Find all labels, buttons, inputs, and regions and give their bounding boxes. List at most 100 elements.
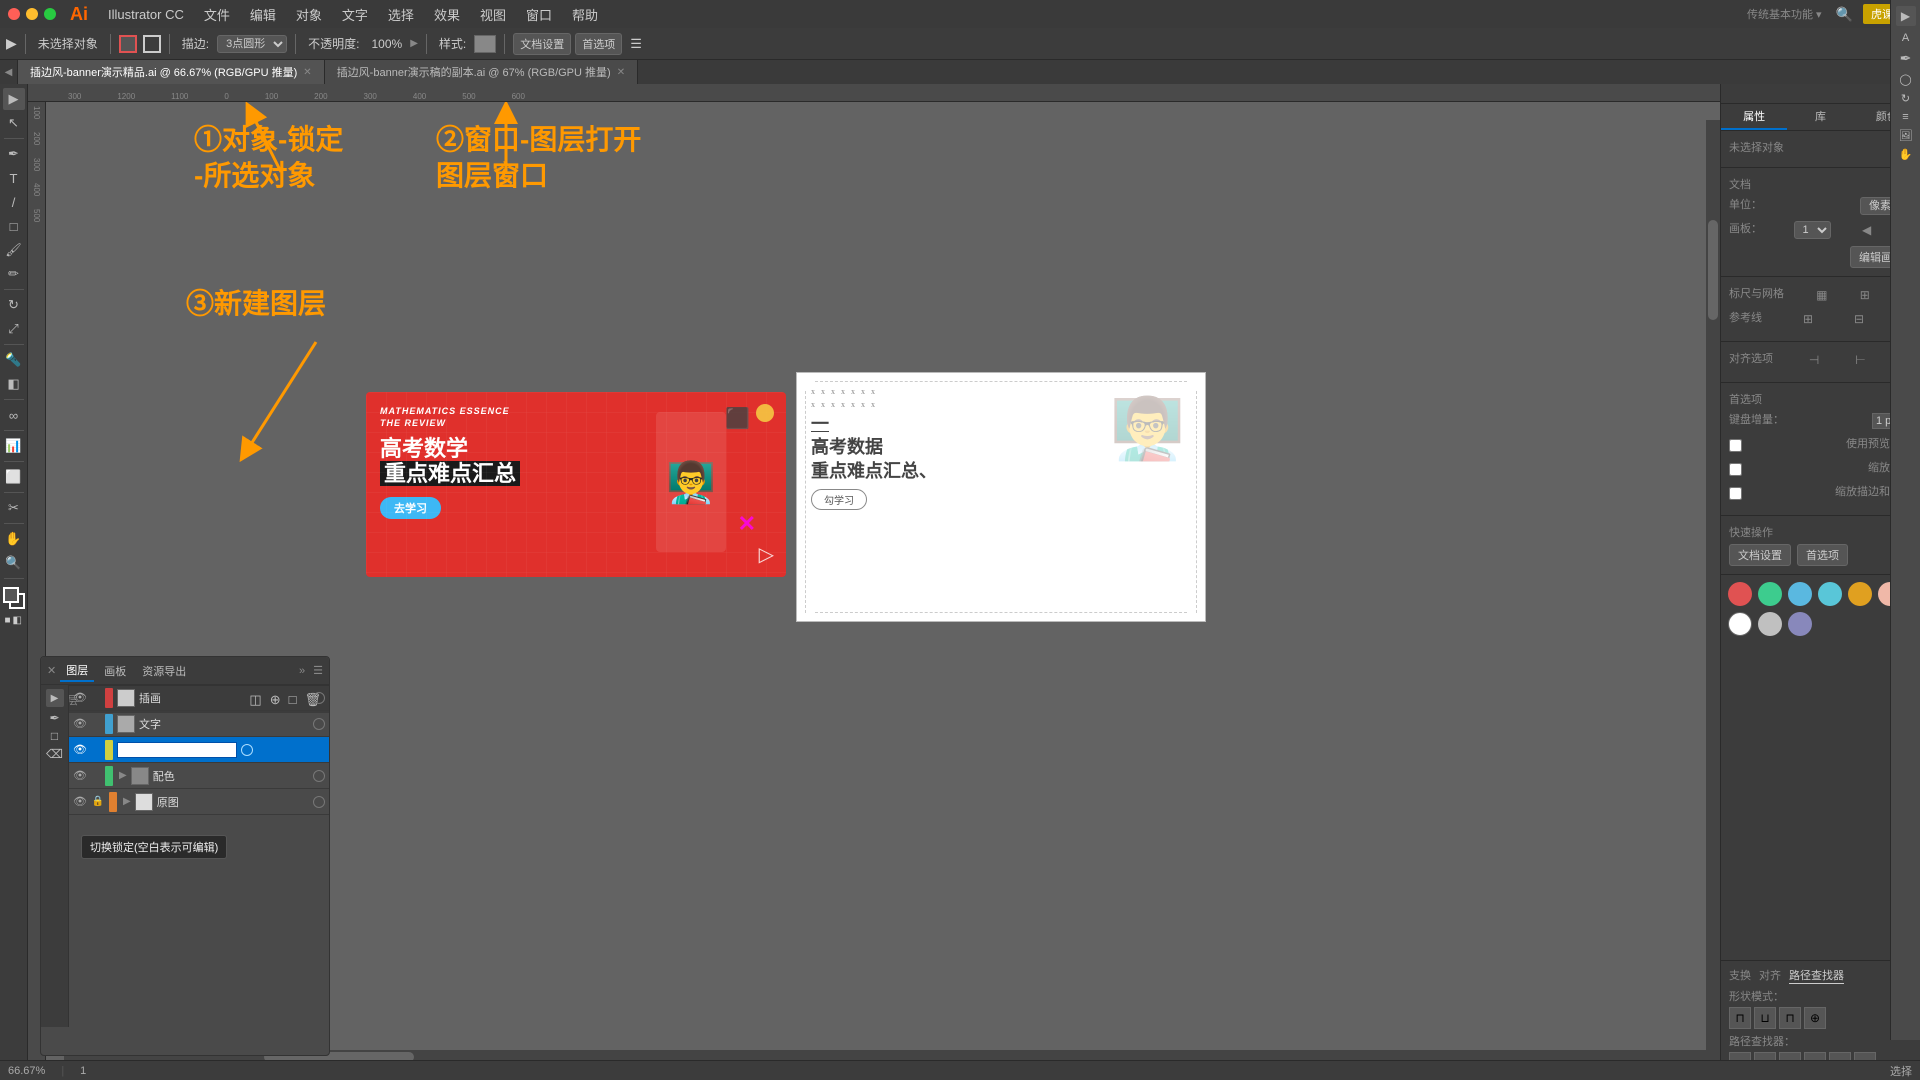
- tool-select[interactable]: ▶: [3, 88, 25, 110]
- layer-1-vis[interactable]: [313, 718, 325, 730]
- swatch-red[interactable]: [1728, 582, 1752, 606]
- tool-direct-select[interactable]: ↖: [3, 112, 25, 134]
- tool-eyedropper[interactable]: 🔦: [3, 349, 25, 371]
- use-preview-bounds-checkbox[interactable]: [1729, 439, 1742, 452]
- tab-2[interactable]: 插边风-banner演示稿的副本.ai @ 67% (RGB/GPU 推量) ✕: [325, 60, 638, 84]
- opacity-chevron[interactable]: ▶: [410, 38, 418, 49]
- menu-window[interactable]: 窗口: [518, 3, 560, 26]
- tab-align[interactable]: 对齐: [1759, 967, 1781, 984]
- menu-effect[interactable]: 效果: [426, 3, 468, 26]
- select-icon[interactable]: ▶: [6, 35, 17, 52]
- menu-help[interactable]: 帮助: [564, 3, 606, 26]
- mac-max-btn[interactable]: [44, 8, 56, 20]
- vscroll-thumb[interactable]: [1708, 220, 1718, 320]
- shape-minus-btn[interactable]: ⊔: [1754, 1007, 1776, 1029]
- tool-scale[interactable]: ⤢: [3, 318, 25, 340]
- doc-settings-btn[interactable]: 文档设置: [513, 33, 571, 55]
- tool-type[interactable]: T: [3, 167, 25, 189]
- vertical-scrollbar[interactable]: [1706, 120, 1720, 1050]
- quick-doc-settings-btn[interactable]: 文档设置: [1729, 544, 1791, 566]
- layer-0-vis[interactable]: [313, 692, 325, 704]
- layer-1-eye[interactable]: 👁: [73, 717, 87, 731]
- tool-rect[interactable]: □: [3, 215, 25, 237]
- layer-0-eye[interactable]: 👁: [73, 691, 87, 705]
- layer-3-expand[interactable]: ▶: [119, 770, 127, 781]
- tool-paintbrush[interactable]: 🖌: [3, 239, 25, 261]
- tool-blend[interactable]: ∞: [3, 404, 25, 426]
- shape-intersect-btn[interactable]: ⊓: [1779, 1007, 1801, 1029]
- menu-illustrator[interactable]: Illustrator CC: [100, 5, 192, 24]
- layer-4-eye[interactable]: 👁: [73, 795, 87, 809]
- scale-corners-checkbox[interactable]: [1729, 463, 1742, 476]
- layers-rect-icon[interactable]: □: [51, 729, 58, 743]
- menu-select[interactable]: 选择: [380, 3, 422, 26]
- layer-3-eye[interactable]: 👁: [73, 769, 87, 783]
- solid-color-icon[interactable]: ■: [5, 615, 11, 629]
- tool-pencil[interactable]: ✏: [3, 263, 25, 285]
- layer-row-0[interactable]: 👁 插画: [69, 685, 329, 711]
- type-tool-icon[interactable]: A: [1902, 32, 1909, 44]
- guides-icon-1[interactable]: ⊞: [1803, 312, 1813, 326]
- shape-unite-btn[interactable]: ⊓: [1729, 1007, 1751, 1029]
- mac-min-btn[interactable]: [26, 8, 38, 20]
- search-icon[interactable]: 🔍: [1836, 6, 1853, 23]
- menu-text[interactable]: 文字: [334, 3, 376, 26]
- align-left-icon[interactable]: ⊣: [1809, 353, 1819, 367]
- tool-artboard[interactable]: ⬜: [3, 466, 25, 488]
- layers-panel-close[interactable]: ✕: [47, 664, 56, 677]
- gradient-icon[interactable]: ◧: [13, 615, 22, 629]
- tool-gradient[interactable]: ◧: [3, 373, 25, 395]
- menu-view[interactable]: 视图: [472, 3, 514, 26]
- guides-icon-2[interactable]: ⊟: [1854, 312, 1864, 326]
- layer-3-vis[interactable]: [313, 770, 325, 782]
- pen-tool-icon[interactable]: ✒: [1900, 50, 1912, 67]
- image-icon[interactable]: 🖼: [1899, 129, 1913, 142]
- mac-close-btn[interactable]: [8, 8, 20, 20]
- layer-row-4[interactable]: 👁 🔒 ▶ 原图: [69, 789, 329, 815]
- quick-preferences-btn[interactable]: 首选项: [1797, 544, 1848, 566]
- shape-tool-icon[interactable]: ◯: [1899, 73, 1911, 86]
- layers-menu-icon[interactable]: ☰: [313, 664, 323, 677]
- layers-tab-export[interactable]: 资源导出: [136, 661, 192, 681]
- tool-rotate[interactable]: ↻: [3, 294, 25, 316]
- artboard-prev-icon[interactable]: ◀: [1862, 223, 1871, 237]
- stroke-swatch[interactable]: [143, 35, 161, 53]
- style-swatch[interactable]: [474, 35, 496, 53]
- layer-2-name-input[interactable]: [117, 742, 237, 758]
- tab-properties[interactable]: 属性: [1721, 104, 1787, 130]
- align-center-icon[interactable]: ⊢: [1855, 353, 1865, 367]
- layer-row-3[interactable]: 👁 ▶ 配色: [69, 763, 329, 789]
- tab-2-close[interactable]: ✕: [617, 67, 625, 78]
- layer-4-lock[interactable]: 🔒: [91, 795, 105, 809]
- sketch-canvas[interactable]: x x x x x x x x x x x x x x 一 高考数据 重点难点汇…: [796, 372, 1206, 622]
- arrange-icon[interactable]: ≡: [1902, 111, 1908, 123]
- layers-select-icon[interactable]: ▶: [46, 689, 64, 707]
- tool-hand[interactable]: ✋: [3, 528, 25, 550]
- tool-column-chart[interactable]: 📊: [3, 435, 25, 457]
- swatch-gray[interactable]: [1758, 612, 1782, 636]
- layers-pen-icon[interactable]: ✒: [49, 711, 59, 725]
- banner-red-canvas[interactable]: MATHEMATICS ESSENCE THE REVIEW 高考数学重点难点汇…: [366, 392, 786, 577]
- zoom-level[interactable]: 66.67%: [8, 1065, 45, 1077]
- layer-2-eye[interactable]: 👁: [73, 743, 87, 757]
- preferences-btn[interactable]: 首选项: [575, 33, 622, 55]
- transform-icon[interactable]: ↻: [1901, 92, 1910, 105]
- tab-1[interactable]: 插边风-banner演示精品.ai @ 66.67% (RGB/GPU 推量) …: [18, 60, 325, 84]
- menu-edit[interactable]: 编辑: [242, 3, 284, 26]
- artboard-select[interactable]: 1: [1794, 221, 1831, 239]
- swatch-cyan[interactable]: [1818, 582, 1842, 606]
- layer-4-expand[interactable]: ▶: [123, 796, 131, 807]
- layer-4-vis[interactable]: [313, 796, 325, 808]
- tab-library[interactable]: 库: [1787, 104, 1853, 130]
- layers-eraser-icon[interactable]: ⌫: [46, 747, 63, 761]
- swatch-blue[interactable]: [1788, 582, 1812, 606]
- swatch-green[interactable]: [1758, 582, 1782, 606]
- layers-tab-layers[interactable]: 图层: [60, 660, 94, 682]
- tab-transform[interactable]: 支换: [1729, 967, 1751, 984]
- stroke-style-select[interactable]: 3点圆形: [217, 35, 287, 53]
- tool-zoom[interactable]: 🔍: [3, 552, 25, 574]
- swatch-purple[interactable]: [1788, 612, 1812, 636]
- tab-list-icon[interactable]: ◀: [0, 60, 18, 84]
- menu-file[interactable]: 文件: [196, 3, 238, 26]
- fill-swatch[interactable]: [119, 35, 137, 53]
